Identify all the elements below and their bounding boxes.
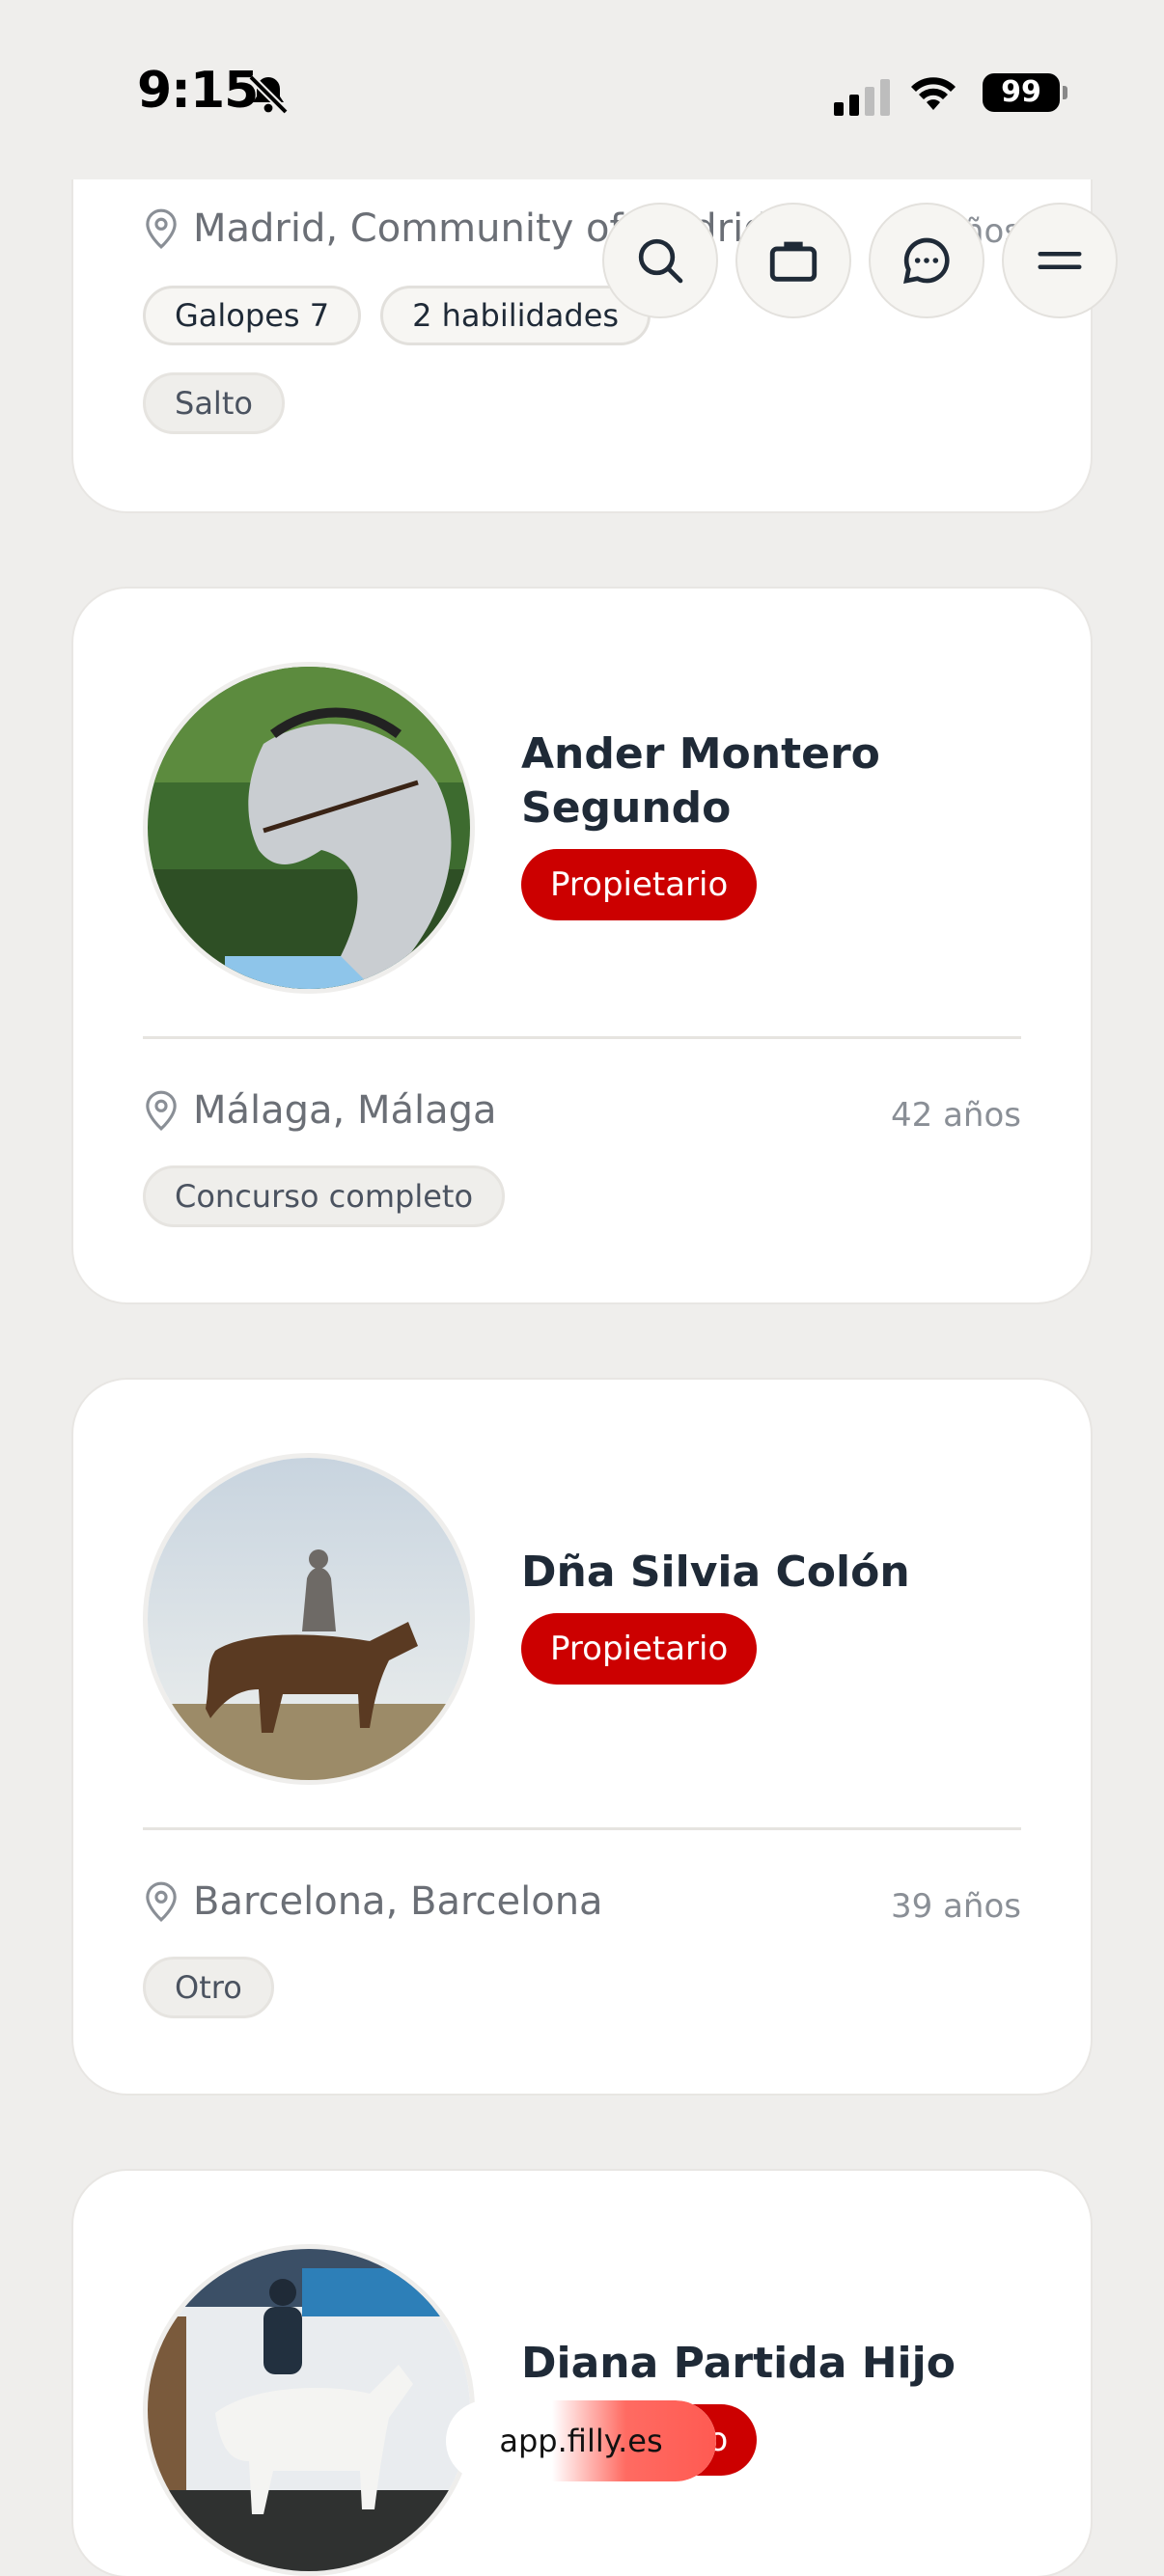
rider-card[interactable]: Diana Partida Hijo Propietario bbox=[73, 2171, 1091, 2576]
rider-name: Ander Montero Segundo bbox=[521, 729, 880, 833]
rider-card[interactable]: Dña Silvia Colón Propietario Barcelona, … bbox=[73, 1380, 1091, 2094]
messages-button[interactable] bbox=[871, 205, 983, 316]
status-bar: 9:15 99 bbox=[0, 0, 1164, 179]
discipline-chip: Otro bbox=[143, 1957, 274, 2018]
bell-muted-icon bbox=[248, 74, 289, 115]
search-button[interactable] bbox=[604, 205, 716, 316]
menu-icon bbox=[1038, 252, 1082, 269]
location-pin-icon bbox=[146, 1881, 177, 1922]
browser-url-pill[interactable]: app.filly.es bbox=[446, 2400, 716, 2481]
chip-row: Galopes 7 2 habilidades bbox=[143, 286, 651, 345]
horse-field-photo bbox=[148, 1458, 470, 1780]
location-pin-icon bbox=[146, 208, 177, 249]
signal-icon bbox=[834, 79, 890, 116]
discipline-chip: Salto bbox=[143, 372, 285, 434]
jobs-button[interactable] bbox=[737, 205, 849, 316]
skills-chip: 2 habilidades bbox=[380, 286, 651, 345]
briefcase-icon bbox=[769, 241, 818, 282]
battery-indicator: 99 bbox=[983, 73, 1067, 112]
role-badge: Propietario bbox=[521, 849, 758, 920]
location-text: Málaga, Málaga bbox=[193, 1088, 497, 1133]
url-text: app.filly.es bbox=[499, 2423, 663, 2459]
location-text: Barcelona, Barcelona bbox=[193, 1879, 603, 1924]
avatar bbox=[143, 2244, 475, 2576]
location-pin-icon bbox=[146, 1090, 177, 1131]
location-row: Málaga, Málaga bbox=[143, 1088, 497, 1133]
avatar bbox=[143, 1453, 475, 1785]
location-row: Barcelona, Barcelona bbox=[143, 1879, 603, 1924]
avatar bbox=[143, 662, 475, 994]
search-icon bbox=[638, 238, 683, 284]
galopes-chip: Galopes 7 bbox=[143, 286, 362, 345]
role-badge: Propietario bbox=[521, 1613, 758, 1685]
divider bbox=[143, 1036, 1021, 1039]
rider-card[interactable]: Ander Montero Segundo Propietario Málaga… bbox=[73, 589, 1091, 1302]
rider-name: Dña Silvia Colón bbox=[521, 1548, 910, 1597]
horse-dressage-photo bbox=[148, 2249, 470, 2571]
horse-jumping-photo bbox=[148, 667, 470, 989]
divider bbox=[143, 1827, 1021, 1830]
age-text: 39 años bbox=[891, 1887, 1021, 1926]
rider-name: Diana Partida Hijo bbox=[521, 2339, 956, 2388]
age-text: 42 años bbox=[891, 1096, 1021, 1135]
discipline-chip: Concurso completo bbox=[143, 1165, 506, 1227]
wifi-icon bbox=[911, 77, 956, 110]
menu-button[interactable] bbox=[1004, 205, 1116, 316]
status-time: 9:15 bbox=[137, 62, 259, 120]
chat-icon bbox=[903, 237, 950, 284]
